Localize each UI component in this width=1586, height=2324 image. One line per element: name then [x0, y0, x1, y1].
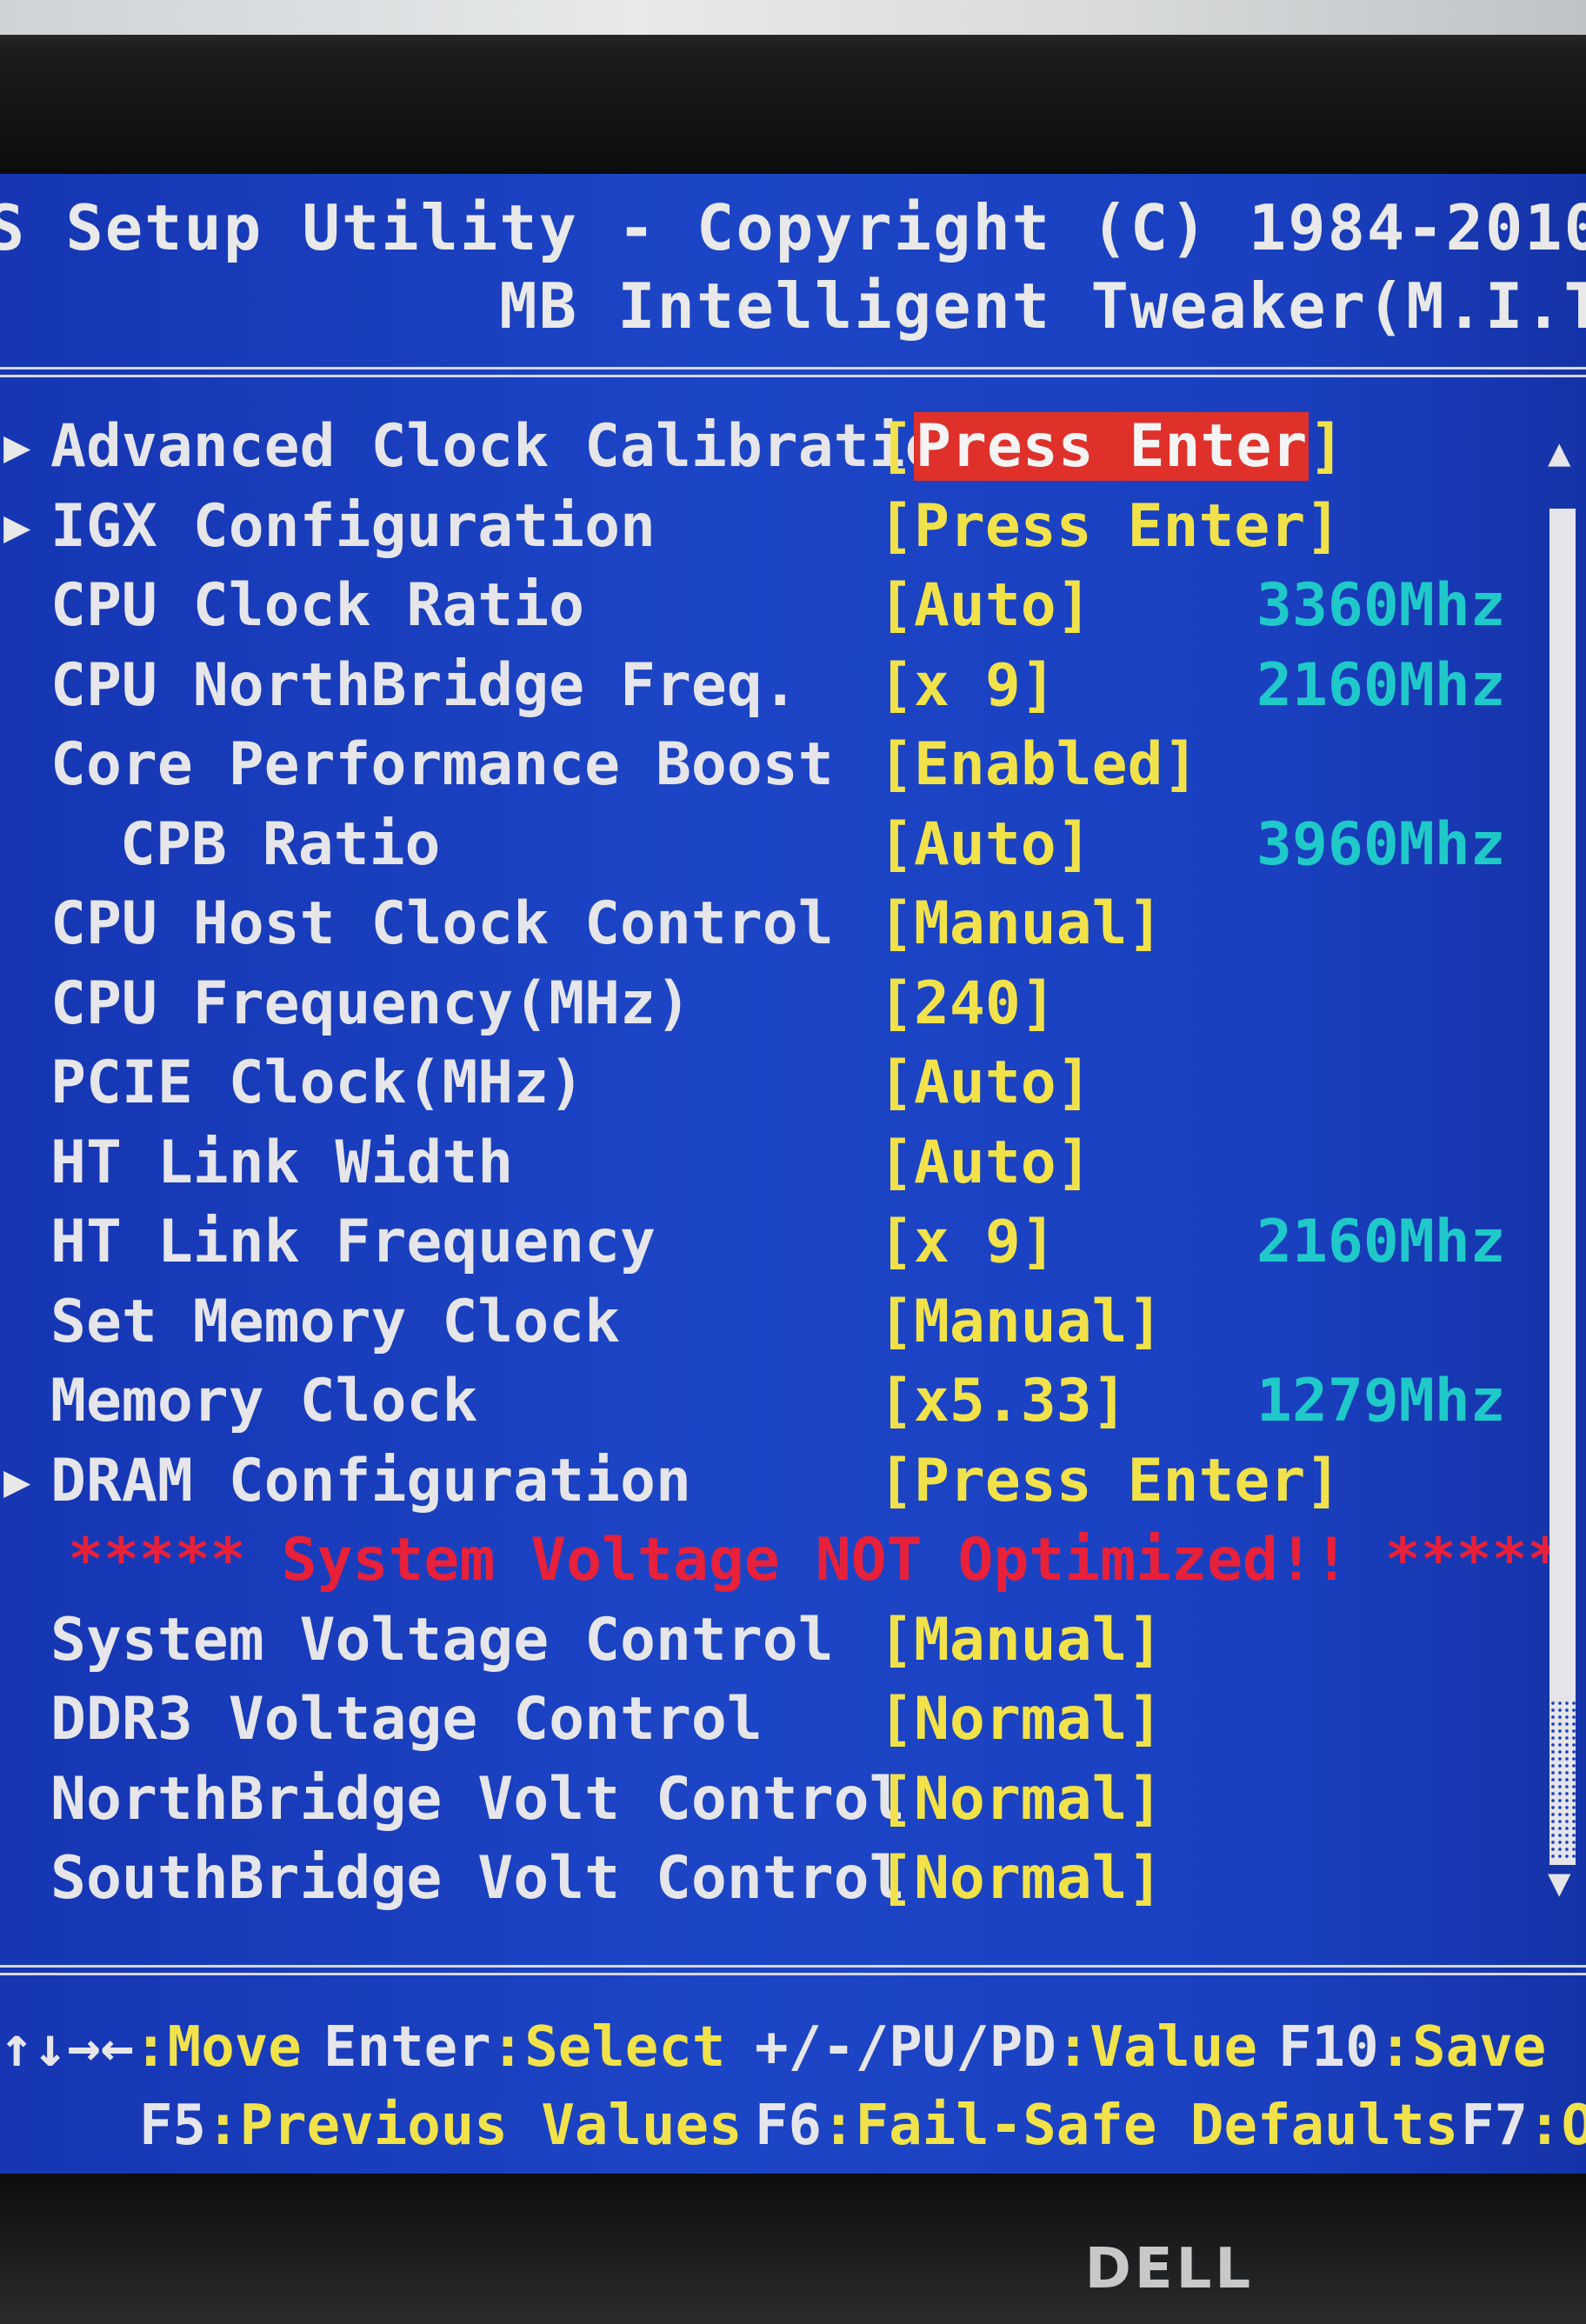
help-previous-values: F5:Previous Values [139, 2094, 743, 2158]
setting-value[interactable]: [Manual] [878, 1282, 1163, 1362]
setting-value[interactable]: [Press Enter] [878, 407, 1344, 487]
setting-value[interactable]: [x5.33] [878, 1362, 1128, 1442]
setting-row-memory-clock[interactable]: Memory Clock [x5.33] 1279Mhz [0, 1362, 1530, 1442]
voltage-warning: ***** System Voltage NOT Optimized!! ***… [68, 1526, 1563, 1595]
setting-label: Memory Clock [50, 1367, 478, 1435]
setting-row-ht-link-width[interactable]: HT Link Width [Auto] [0, 1123, 1530, 1203]
help-save: F10:Save [1278, 2015, 1547, 2080]
setting-label: IGX Configuration [50, 491, 656, 561]
setting-value[interactable]: [Normal] [878, 1760, 1163, 1840]
setting-frequency: 1279Mhz [1256, 1367, 1506, 1435]
setting-frequency: 2160Mhz [1256, 650, 1506, 720]
setting-label: NorthBridge Volt Control [50, 1764, 905, 1834]
help-bar-row-2: F5:Previous Values F6:Fail-Safe Defaults… [0, 2087, 1586, 2165]
setting-label: HT Link Width [50, 1128, 514, 1197]
setting-row-cpu-frequency-mhz[interactable]: CPU Frequency(MHz) [240] [0, 964, 1530, 1044]
background-wall [0, 0, 1586, 35]
setting-row-pcie-clock-mhz[interactable]: PCIE Clock(MHz) [Auto] [0, 1043, 1530, 1123]
setting-label: CPU Host Clock Control [50, 889, 834, 958]
help-optimized: F7:O [1461, 2094, 1586, 2158]
setting-label: Advanced Clock Calibration [50, 412, 976, 481]
setting-label: PCIE Clock(MHz) [50, 1049, 585, 1117]
setting-label: CPU Frequency(MHz) [50, 969, 691, 1038]
voltage-warning-row: ***** System Voltage NOT Optimized!! ***… [0, 1521, 1563, 1601]
submenu-arrow-icon: ▶ [3, 500, 31, 553]
dell-logo: DELL [1084, 2237, 1255, 2301]
setting-row-cpu-clock-ratio[interactable]: CPU Clock Ratio [Auto] 3360Mhz [0, 566, 1530, 646]
setting-label: CPU NorthBridge Freq. [50, 650, 798, 720]
bios-title: CMOS Setup Utility - Copyright (C) 1984-… [0, 191, 1586, 264]
divider-bottom [0, 1965, 1586, 1975]
setting-value[interactable]: [Enabled] [878, 725, 1198, 805]
setting-row-cpu-host-clock-control[interactable]: CPU Host Clock Control [Manual] [0, 884, 1530, 964]
monitor-bezel-top [0, 0, 1586, 174]
setting-row-northbridge-volt-control[interactable]: NorthBridge Volt Control [Normal] [0, 1760, 1530, 1840]
setting-label: CPB Ratio [120, 809, 441, 879]
help-move: ↑↓→←:Move [0, 2015, 302, 2080]
setting-value[interactable]: [Auto] [878, 1043, 1092, 1123]
scroll-down-icon[interactable]: ▼ [1548, 1861, 1571, 1905]
setting-value[interactable]: [x 9] [878, 646, 1056, 726]
setting-row-core-performance-boost[interactable]: Core Performance Boost [Enabled] [0, 725, 1530, 805]
scrollbar-track[interactable] [1549, 509, 1576, 1865]
setting-frequency: 2160Mhz [1256, 1208, 1506, 1276]
setting-label: SouthBridge Volt Control [50, 1844, 905, 1913]
help-bar-row-1: ↑↓→←:Move Enter:Select +/-/PU/PD:Value F… [0, 2008, 1586, 2087]
setting-label: Core Performance Boost [50, 730, 834, 799]
monitor-bezel-bottom [0, 2174, 1586, 2324]
setting-frequency: 3960Mhz [1256, 809, 1506, 879]
setting-value[interactable]: [Normal] [878, 1680, 1163, 1760]
setting-value[interactable]: [Auto] [878, 1123, 1092, 1203]
setting-row-dram-configuration[interactable]: ▶ DRAM Configuration [Press Enter] [0, 1442, 1530, 1522]
submenu-arrow-icon: ▶ [3, 421, 31, 473]
setting-row-igx-configuration[interactable]: ▶ IGX Configuration [Press Enter] [0, 487, 1530, 567]
setting-value[interactable]: [Normal] [878, 1839, 1163, 1919]
setting-value[interactable]: [Manual] [878, 1601, 1163, 1681]
selected-value-highlight[interactable]: Press Enter [913, 412, 1309, 481]
setting-value[interactable]: [Auto] [878, 805, 1092, 885]
setting-value[interactable]: [x 9] [878, 1202, 1056, 1282]
setting-label: Set Memory Clock [50, 1287, 621, 1356]
setting-frequency: 3360Mhz [1256, 571, 1506, 640]
setting-label: System Voltage Control [50, 1605, 834, 1675]
setting-value[interactable]: [240] [878, 964, 1056, 1044]
setting-row-cpb-ratio[interactable]: CPB Ratio [Auto] 3960Mhz [0, 805, 1530, 885]
help-fail-safe-defaults: F6:Fail-Safe Defaults [755, 2094, 1459, 2158]
setting-value[interactable]: [Auto] [878, 566, 1092, 646]
divider-top [0, 367, 1586, 377]
bios-subtitle: MB Intelligent Tweaker(M.I.T [499, 270, 1586, 343]
setting-row-system-voltage-control[interactable]: System Voltage Control [Manual] [0, 1601, 1530, 1681]
scroll-up-icon[interactable]: ▲ [1548, 430, 1571, 475]
setting-row-ddr3-voltage-control[interactable]: DDR3 Voltage Control [Normal] [0, 1680, 1530, 1760]
setting-value[interactable]: [Manual] [878, 884, 1163, 964]
setting-label: DRAM Configuration [50, 1446, 691, 1515]
setting-value[interactable]: [Press Enter] [878, 1442, 1341, 1522]
setting-row-cpu-northbridge-freq[interactable]: CPU NorthBridge Freq. [x 9] 2160Mhz [0, 646, 1530, 726]
setting-label: HT Link Frequency [50, 1208, 656, 1276]
setting-label: DDR3 Voltage Control [50, 1685, 763, 1754]
submenu-arrow-icon: ▶ [3, 1455, 31, 1508]
bios-screen: CMOS Setup Utility - Copyright (C) 1984-… [0, 174, 1586, 2174]
setting-value[interactable]: [Press Enter] [878, 487, 1341, 567]
setting-row-advanced-clock-calibration[interactable]: ▶ Advanced Clock Calibration [Press Enter] [0, 407, 1530, 487]
setting-row-southbridge-volt-control[interactable]: SouthBridge Volt Control [Normal] [0, 1839, 1530, 1919]
help-value: +/-/PU/PD:Value [755, 2015, 1257, 2080]
setting-row-set-memory-clock[interactable]: Set Memory Clock [Manual] [0, 1282, 1530, 1362]
setting-row-ht-link-frequency[interactable]: HT Link Frequency [x 9] 2160Mhz [0, 1202, 1530, 1282]
scrollbar-thumb[interactable] [1549, 1700, 1576, 1861]
setting-label: CPU Clock Ratio [50, 571, 585, 640]
help-select: Enter:Select [323, 2015, 726, 2080]
